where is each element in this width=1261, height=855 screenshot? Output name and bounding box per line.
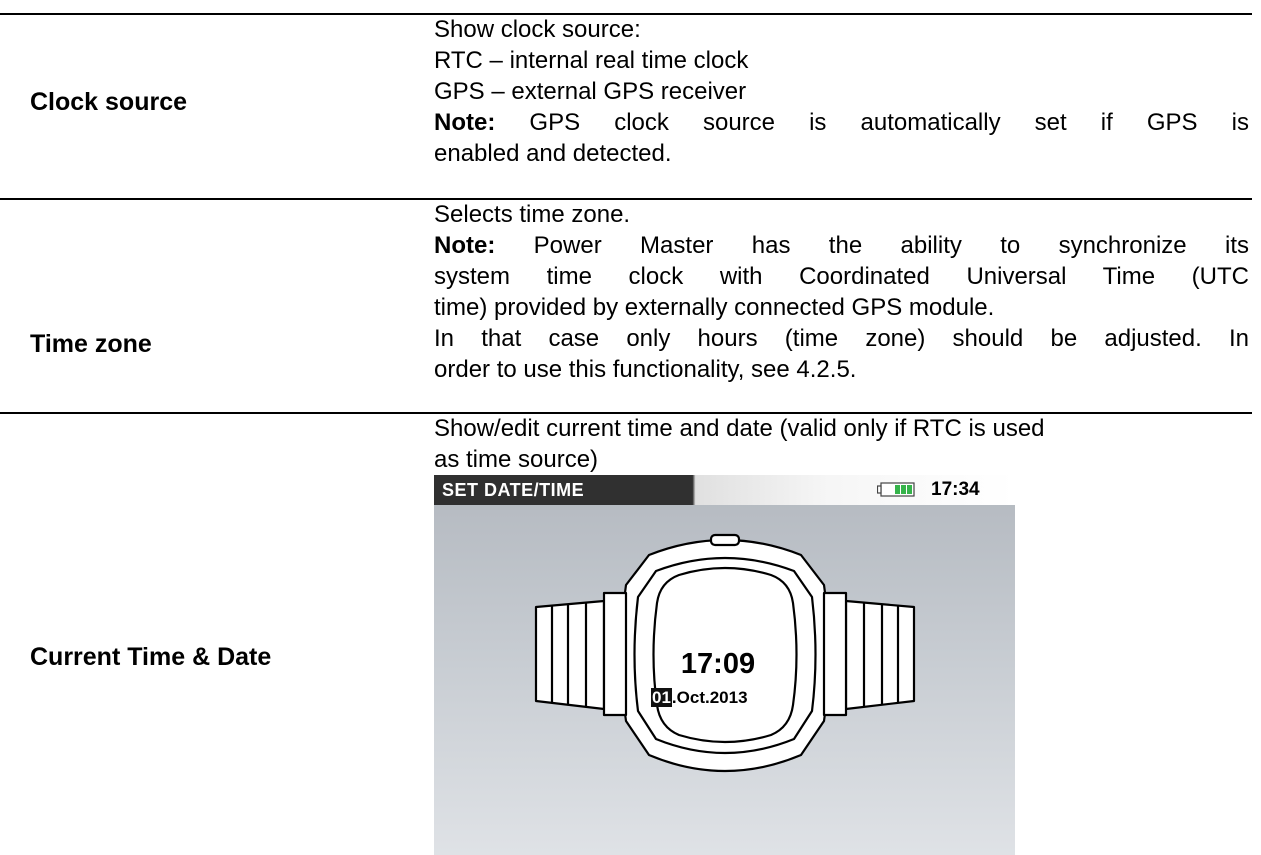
note-line: Note: GPS clock source is automatically … xyxy=(434,107,1249,138)
text-line: order to use this functionality, see 4.2… xyxy=(434,356,857,383)
desc-clock-source: Show clock source: RTC – internal real t… xyxy=(434,14,1249,169)
note-line: Note: Power Master has the ability to sy… xyxy=(434,230,1249,261)
screen-title: SET DATE/TIME xyxy=(442,480,585,500)
term-clock-source: Clock source xyxy=(30,88,188,116)
text-line: enabled and detected. xyxy=(434,140,672,167)
watch-date: 01.Oct.2013 xyxy=(651,688,748,708)
header-clock: 17:34 xyxy=(931,479,980,500)
date-month-year: .Oct.2013 xyxy=(671,688,748,707)
term-current-time-date: Current Time & Date xyxy=(30,643,272,671)
text-line: GPS – external GPS receiver xyxy=(434,78,747,105)
desc-time-zone: Selects time zone. Note: Power Master ha… xyxy=(434,199,1249,385)
text-line: time) provided by externally connected G… xyxy=(434,294,995,321)
note-text: GPS clock source is automatically set if… xyxy=(495,109,1249,136)
desc-current-time-date: Show/edit current time and date (valid o… xyxy=(434,413,1249,475)
date-day-field[interactable]: 01 xyxy=(651,688,672,707)
text-line: system time clock with Coordinated Unive… xyxy=(434,263,1249,290)
text-line: In that case only hours (time zone) shou… xyxy=(434,325,1249,352)
screen-header: SET DATE/TIME 17:34 xyxy=(434,475,1015,505)
watch-time: 17:09 xyxy=(680,648,756,680)
text-line: as time source) xyxy=(434,446,599,473)
note-label: Note: xyxy=(434,232,496,259)
battery-icon xyxy=(877,482,915,497)
text-line: Show clock source: xyxy=(434,16,641,43)
term-time-zone: Time zone xyxy=(30,330,152,358)
text-line: Selects time zone. xyxy=(434,201,631,228)
note-label: Note: xyxy=(434,109,496,136)
text-line: RTC – internal real time clock xyxy=(434,47,749,74)
note-text: Power Master has the ability to synchron… xyxy=(495,232,1249,259)
text-line: Show/edit current time and date (valid o… xyxy=(434,415,1045,442)
device-screen: SET DATE/TIME 17:34 17:09 01.Oct.2013 xyxy=(434,475,1015,855)
